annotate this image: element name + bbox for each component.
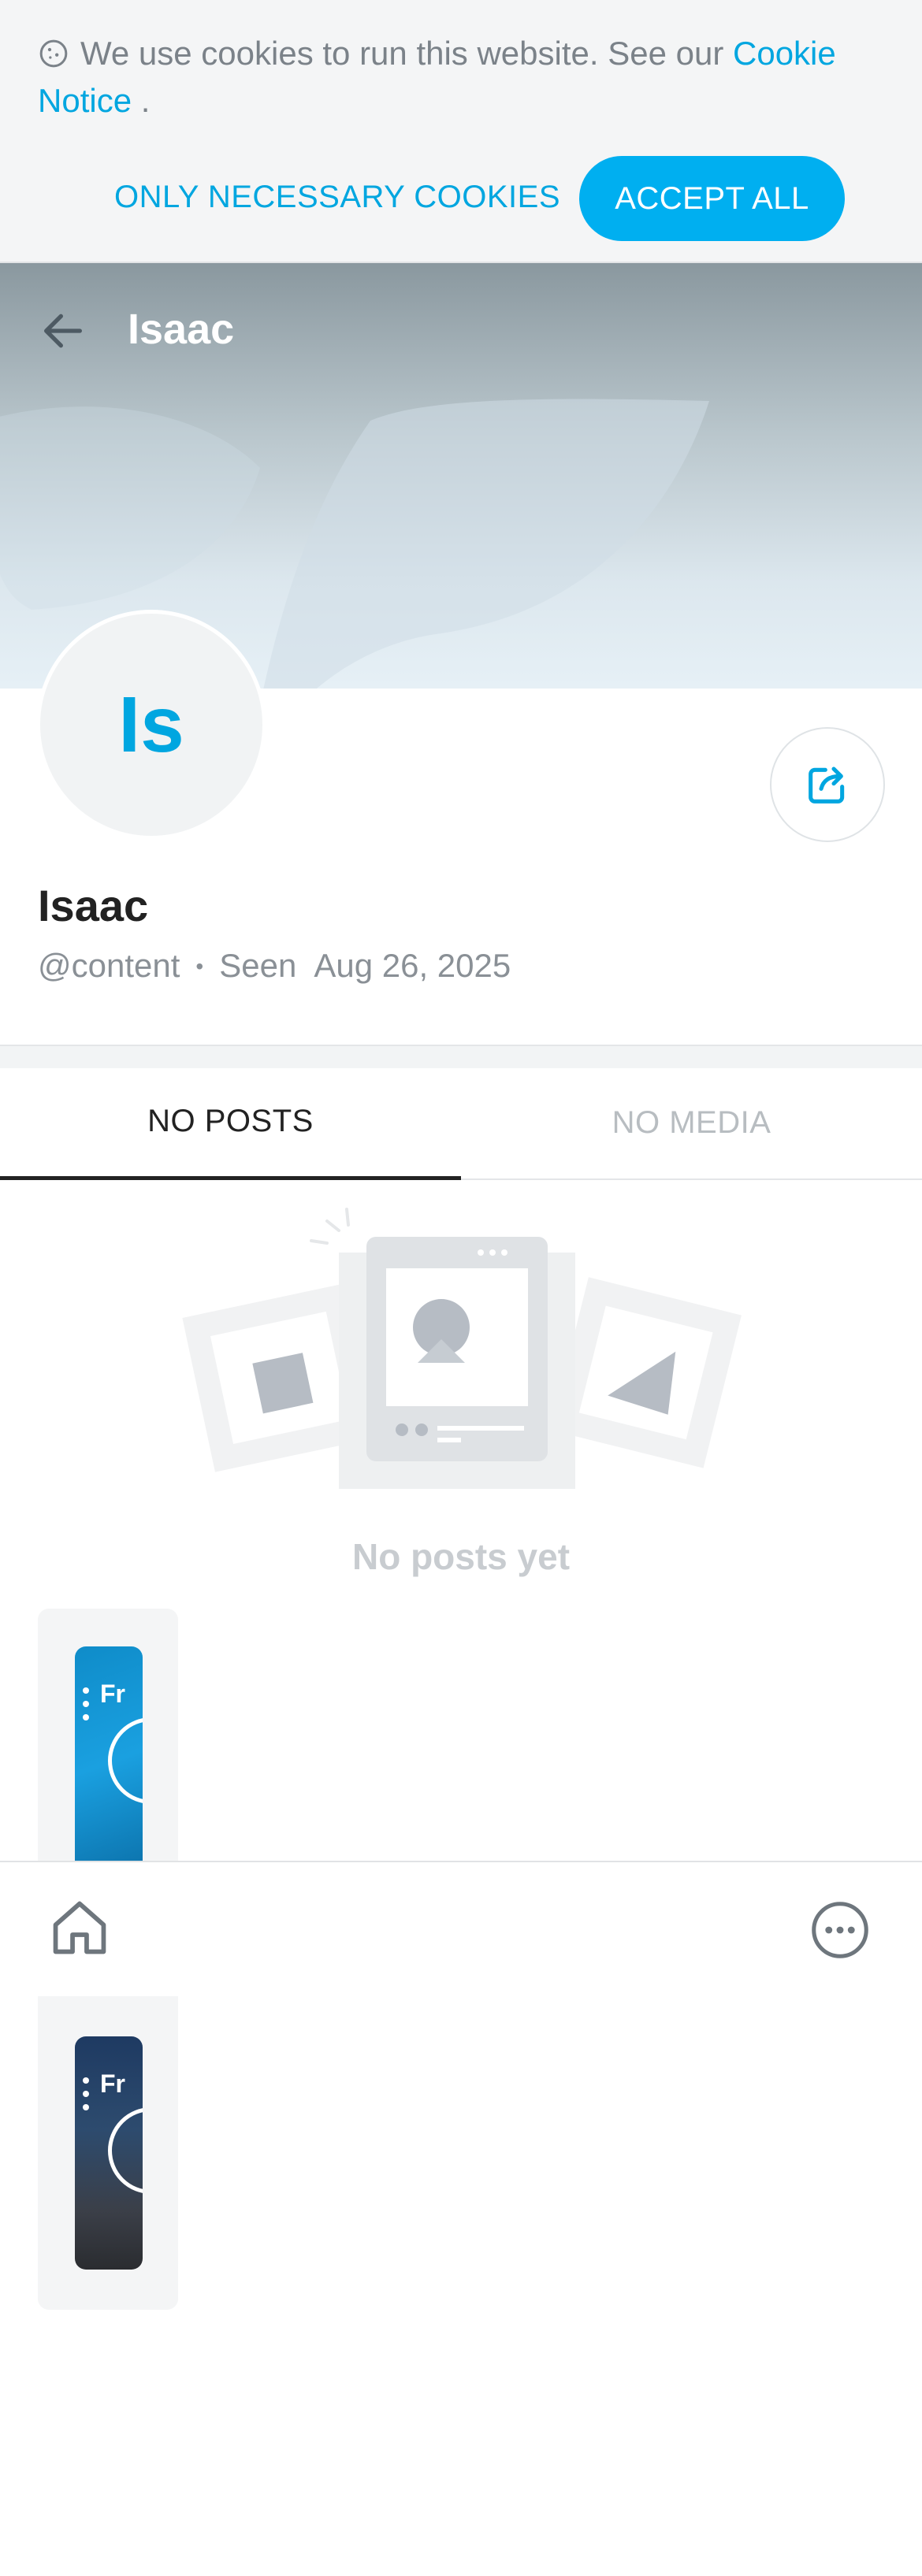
username: @content <box>38 947 180 984</box>
only-necessary-cookies-button[interactable]: ONLY NECESSARY COOKIES <box>114 175 560 219</box>
cookie-text: We use cookies to run this website. See … <box>38 30 889 124</box>
arrow-left-icon[interactable] <box>38 306 88 356</box>
cookie-message: We use cookies to run this website. See … <box>80 35 724 72</box>
profile-meta: @content • Seen Aug 26, 2025 <box>38 942 511 990</box>
thumbnail-label: Fr <box>100 1680 125 1708</box>
separator-dot: • <box>195 954 204 978</box>
more-vertical-icon[interactable] <box>83 2077 89 2118</box>
tab-posts[interactable]: NO POSTS <box>0 1067 461 1180</box>
avatar[interactable]: Is <box>36 610 266 840</box>
cookie-icon <box>39 39 68 68</box>
thumbnail-ring <box>108 2107 143 2194</box>
story-thumbnail[interactable]: Fr <box>75 2036 143 2270</box>
accept-all-button[interactable]: ACCEPT ALL <box>579 156 845 241</box>
cookie-suffix: . <box>132 82 151 119</box>
thumbnail-ring <box>108 1717 143 1804</box>
tab-media[interactable]: NO MEDIA <box>461 1067 922 1179</box>
story-thumbnail[interactable]: Fr <box>75 1646 143 1880</box>
share-button[interactable] <box>770 727 885 842</box>
cookie-banner: We use cookies to run this website. See … <box>0 0 922 263</box>
home-icon[interactable] <box>46 1894 113 1962</box>
seen-label: Seen <box>219 947 297 984</box>
more-vertical-icon[interactable] <box>83 1687 89 1728</box>
empty-state-text: No posts yet <box>351 1536 571 1577</box>
section-divider <box>0 1045 922 1068</box>
header-title: Isaac <box>128 306 235 353</box>
profile-tabs: NO POSTS NO MEDIA <box>0 1067 922 1180</box>
more-icon[interactable] <box>810 1900 870 1960</box>
seen-date: Aug 26, 2025 <box>314 947 511 984</box>
avatar-initials: Is <box>118 680 184 769</box>
empty-posts-illustration <box>182 1208 742 1489</box>
thumbnail-label: Fr <box>100 2069 125 2098</box>
share-icon <box>809 766 845 804</box>
profile-name: Isaac <box>38 881 149 930</box>
bottom-navigation <box>0 1861 922 1996</box>
